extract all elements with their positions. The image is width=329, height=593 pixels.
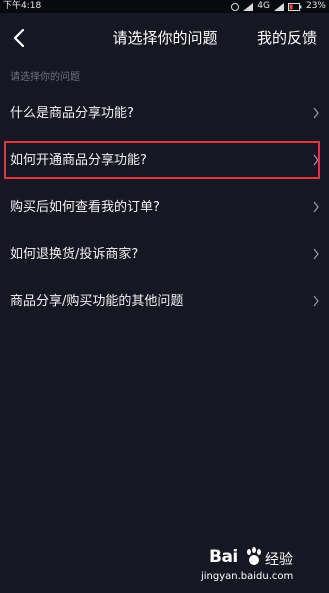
alarm-icon <box>231 2 240 11</box>
battery-percent: 23% <box>305 1 326 11</box>
watermark-logo: Bai <box>209 547 238 567</box>
faq-item-label: 购买后如何查看我的订单? <box>10 200 160 215</box>
baidu-jingyan-watermark: Bai 经验 jingyan.baidu.com <box>201 545 311 585</box>
faq-list: 什么是商品分享功能? 如何开通商品分享功能? 购买后如何查看我的订单? 如何退换… <box>0 90 329 325</box>
faq-item-what-is-sharing[interactable]: 什么是商品分享功能? <box>0 90 329 137</box>
header: 请选择你的问题 我的反馈 <box>0 13 329 63</box>
faq-item-label: 如何退换货/投诉商家? <box>10 247 139 262</box>
faq-item-view-orders[interactable]: 购买后如何查看我的订单? <box>0 184 329 231</box>
status-time: 下午4:18 <box>3 1 42 11</box>
status-bar: 下午4:18 4G 23% <box>0 0 329 13</box>
chevron-left-icon <box>13 29 25 47</box>
chevron-right-icon <box>313 154 319 166</box>
back-button[interactable] <box>6 25 32 51</box>
faq-item-other-questions[interactable]: 商品分享/购买功能的其他问题 <box>0 278 329 325</box>
faq-item-label: 什么是商品分享功能? <box>10 106 134 121</box>
paw-icon <box>247 547 261 565</box>
faq-item-label: 如何开通商品分享功能? <box>10 153 147 168</box>
cellular-signal-icon <box>273 2 284 11</box>
battery-icon <box>287 2 302 11</box>
status-indicators: 4G 23% <box>231 0 326 13</box>
network-type: 4G <box>257 1 270 11</box>
faq-item-how-to-enable-sharing[interactable]: 如何开通商品分享功能? <box>0 137 329 184</box>
faq-item-returns-complaints[interactable]: 如何退换货/投诉商家? <box>0 231 329 278</box>
chevron-right-icon <box>313 201 319 213</box>
chevron-right-icon <box>313 248 319 260</box>
screen: 下午4:18 4G 23% 请选择你的问题 我的反馈 请选择你的问题 什么是商品… <box>0 0 329 593</box>
chevron-right-icon <box>313 295 319 307</box>
watermark-brand: 经验 <box>265 552 293 568</box>
faq-item-label: 商品分享/购买功能的其他问题 <box>10 294 184 309</box>
signal-icon <box>243 2 254 11</box>
chevron-right-icon <box>313 107 319 119</box>
page-title: 请选择你的问题 <box>112 29 218 47</box>
my-feedback-link[interactable]: 我的反馈 <box>257 13 317 63</box>
section-label: 请选择你的问题 <box>10 72 80 83</box>
watermark-url: jingyan.baidu.com <box>201 571 294 582</box>
